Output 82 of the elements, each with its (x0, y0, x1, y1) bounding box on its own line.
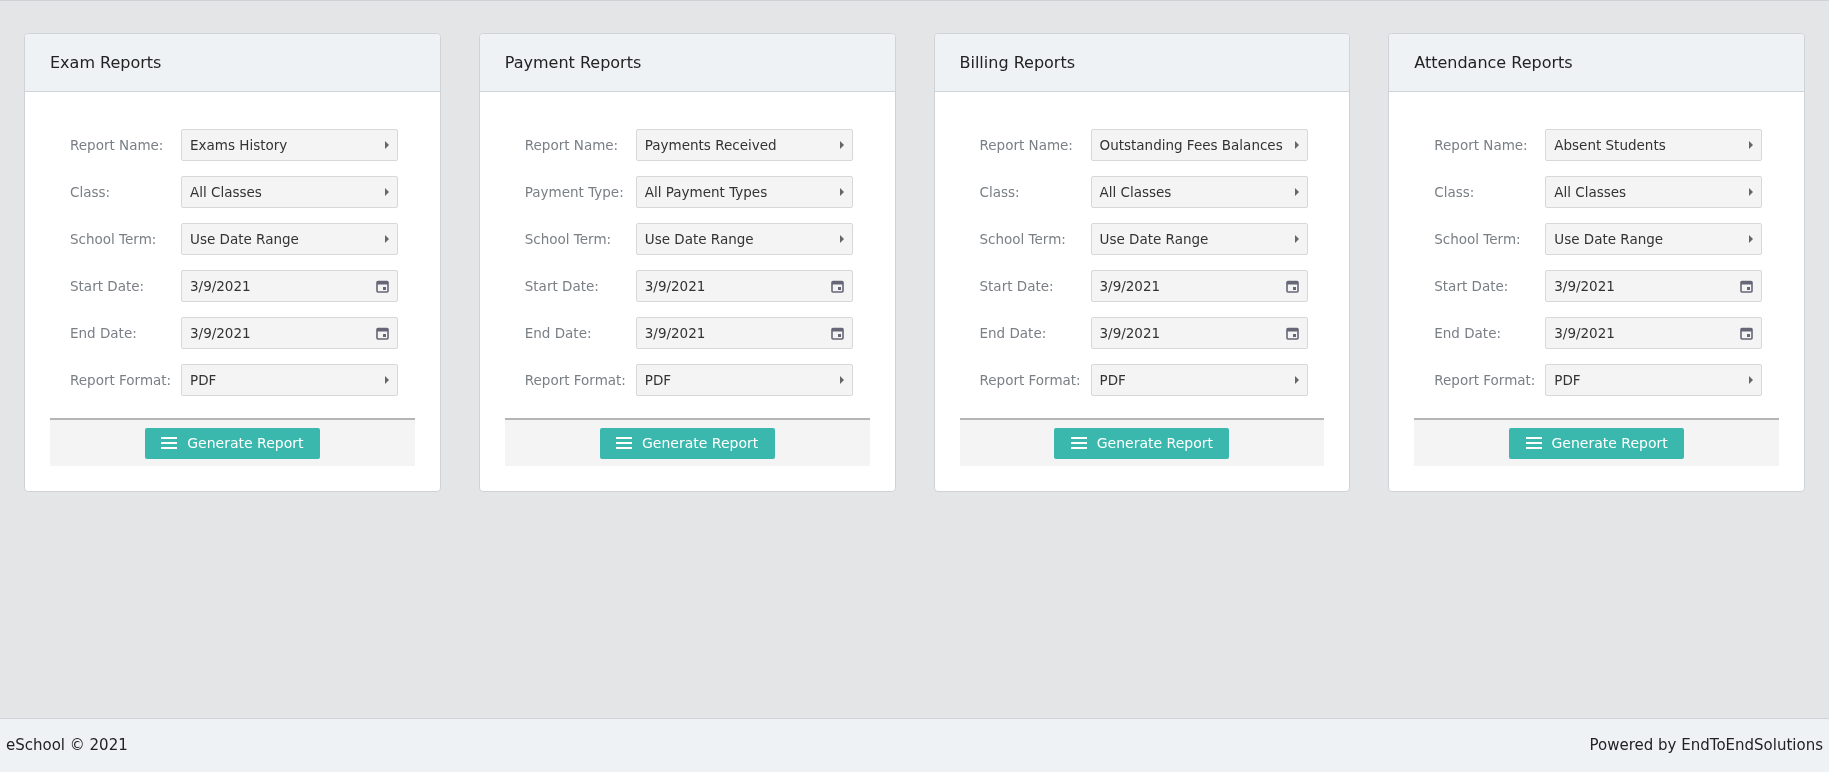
select-field[interactable]: PDF (1545, 364, 1763, 396)
caret-icon (1294, 376, 1299, 384)
date-field[interactable]: 3/9/2021 (1545, 317, 1763, 349)
field-label: End Date: (524, 323, 593, 343)
calendar-icon[interactable] (1285, 279, 1299, 293)
card-title: Exam Reports (25, 34, 440, 92)
caret-icon (839, 376, 844, 384)
field-label: School Term: (524, 229, 613, 249)
date-field[interactable]: 3/9/2021 (1090, 317, 1308, 349)
caret-icon (1749, 235, 1754, 243)
calendar-icon[interactable] (1740, 326, 1754, 340)
calendar-icon[interactable] (1740, 279, 1754, 293)
date-field[interactable]: 3/9/2021 (635, 270, 853, 302)
field-label: Start Date: (524, 276, 600, 296)
caret-icon (839, 141, 844, 149)
menu-icon (616, 437, 632, 449)
field-label: Report Name: (1434, 135, 1529, 155)
select-field[interactable]: Absent Students (1545, 129, 1763, 161)
select-field[interactable]: All Classes (1090, 176, 1308, 208)
menu-icon (1070, 437, 1087, 449)
date-field[interactable]: 3/9/2021 (635, 317, 853, 349)
field-label: Class: (70, 182, 112, 202)
copyright-text: eSchool © 2021 (6, 735, 128, 757)
menu-icon (161, 437, 178, 449)
calendar-icon[interactable] (830, 326, 844, 340)
select-field[interactable]: All Classes (181, 176, 398, 208)
field-label: School Term: (979, 229, 1067, 249)
calendar-icon[interactable] (1285, 326, 1299, 340)
select-field[interactable]: Use Date Range (1545, 223, 1763, 255)
caret-icon (385, 235, 389, 243)
caret-icon (1294, 188, 1299, 196)
date-field[interactable]: 3/9/2021 (181, 317, 398, 349)
card-title: Billing Reports (934, 34, 1350, 92)
field-label: Report Name: (979, 135, 1074, 155)
date-field[interactable]: 3/9/2021 (1090, 270, 1308, 302)
credit-text: Powered by EndToEndSolutions (1589, 735, 1823, 757)
field-label: Start Date: (70, 276, 146, 296)
select-field[interactable]: PDF (635, 364, 853, 396)
select-field[interactable]: All Payment Types (635, 176, 853, 208)
card-title: Attendance Reports (1389, 34, 1804, 92)
field-label: Report Format: (1434, 370, 1537, 390)
caret-icon (1749, 141, 1754, 149)
caret-icon (1294, 141, 1299, 149)
select-field[interactable]: Use Date Range (1090, 223, 1308, 255)
select-field[interactable]: Use Date Range (181, 223, 398, 255)
field-label: Report Name: (524, 135, 620, 155)
menu-icon (1525, 437, 1542, 449)
select-field[interactable]: Payments Received (635, 129, 853, 161)
field-label: End Date: (70, 323, 138, 343)
caret-icon (839, 235, 844, 243)
field-label: Report Format: (70, 370, 173, 390)
caret-icon (1749, 376, 1754, 384)
calendar-icon[interactable] (376, 326, 389, 340)
select-field[interactable]: Outstanding Fees Balances (1090, 129, 1308, 161)
date-field[interactable]: 3/9/2021 (1545, 270, 1763, 302)
caret-icon (385, 188, 389, 196)
caret-icon (385, 376, 389, 384)
select-field[interactable]: PDF (1090, 364, 1308, 396)
select-field[interactable]: Use Date Range (635, 223, 853, 255)
field-label: End Date: (979, 323, 1048, 343)
calendar-icon[interactable] (376, 279, 389, 293)
field-label: School Term: (1434, 229, 1522, 249)
field-label: Start Date: (1434, 276, 1510, 296)
field-label: Start Date: (979, 276, 1055, 296)
field-label: School Term: (70, 229, 158, 249)
field-label: Payment Type: (524, 182, 625, 202)
field-label: Class: (1434, 182, 1476, 202)
select-field[interactable]: Exams History (181, 129, 398, 161)
select-field[interactable]: All Classes (1545, 176, 1763, 208)
field-label: Report Name: (70, 135, 165, 155)
caret-icon (1749, 188, 1754, 196)
calendar-icon[interactable] (830, 279, 844, 293)
caret-icon (385, 141, 389, 149)
caret-icon (839, 188, 844, 196)
field-label: Report Format: (524, 370, 627, 390)
field-label: Report Format: (979, 370, 1082, 390)
caret-icon (1294, 235, 1299, 243)
card-title: Payment Reports (479, 34, 895, 92)
select-field[interactable]: PDF (181, 364, 398, 396)
field-label: End Date: (1434, 323, 1502, 343)
date-field[interactable]: 3/9/2021 (181, 270, 398, 302)
field-label: Class: (979, 182, 1021, 202)
